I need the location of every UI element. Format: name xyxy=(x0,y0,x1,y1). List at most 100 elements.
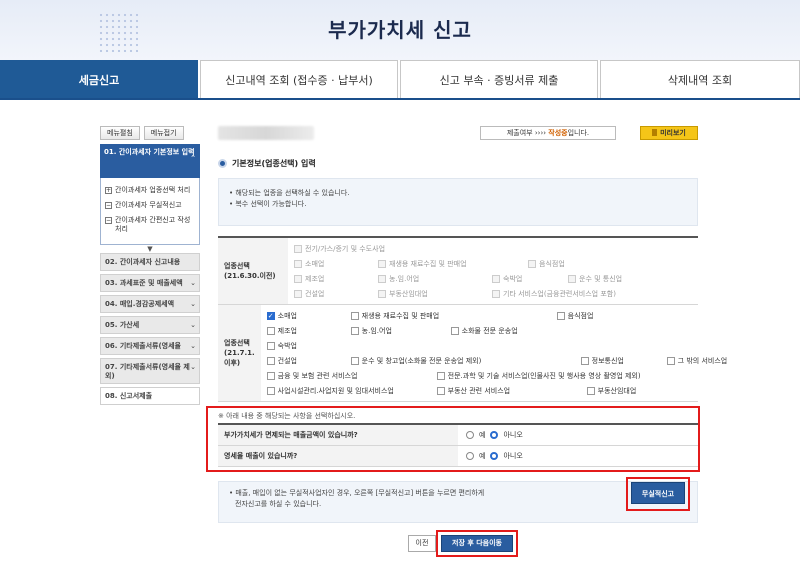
new-business-checkbox[interactable]: 숙박업 xyxy=(266,341,567,351)
sidebar-step-01[interactable]: 01. 간이과세자 기본정보 입력 ⌃ xyxy=(100,144,200,178)
nil-report-button[interactable]: 무실적신고 xyxy=(631,482,685,504)
status-suffix: 입니다. xyxy=(567,129,590,137)
radio-no[interactable] xyxy=(490,431,499,439)
checkbox-icon xyxy=(436,371,445,380)
old-business-checkbox[interactable]: 부동산임대업 xyxy=(378,289,492,299)
checkbox-icon xyxy=(350,356,359,365)
sidebar-step-02[interactable]: 02. 간이과세자 신고내용 xyxy=(100,253,200,271)
checkbox-label: 기타 서비스업(금융관련서비스업 포함) xyxy=(503,289,616,298)
tab-tax-report[interactable]: 세금신고 xyxy=(0,60,198,98)
sidebar-subitem-label: 간이과세자 무실적신고 xyxy=(115,201,182,209)
checkbox-icon xyxy=(266,356,275,365)
new-business-checkbox[interactable]: 농.임.어업 xyxy=(350,326,451,336)
sidebar-step-label: 02. 간이과세자 신고내용 xyxy=(105,258,181,266)
new-business-checkbox[interactable]: 운수 및 창고업(소화물 전문 운송업 제외) xyxy=(350,356,581,366)
old-business-row: 전기/가스/증기 및 수도사업 xyxy=(294,241,692,256)
old-business-checkbox[interactable]: 음식점업 xyxy=(528,259,648,269)
radio-no-label: 아니오 xyxy=(503,452,523,460)
section-title: 기본정보(업종선택) 입력 xyxy=(218,158,316,169)
old-business-head: 업종선택 (21.6.30.이전) xyxy=(218,238,288,304)
checkbox-label: 제조업 xyxy=(305,274,325,283)
old-business-checkbox[interactable]: 숙박업 xyxy=(492,274,568,284)
new-business-checkbox[interactable]: 부동산임대업 xyxy=(586,386,687,396)
new-business-checkbox[interactable]: 부동산 관련 서비스업 xyxy=(436,386,587,396)
sidebar-subitem-nil-report[interactable]: − 간이과세자 무실적신고 xyxy=(105,201,195,210)
new-business-checkbox[interactable]: 전문.과학 및 기술 서비스업(인물사진 및 행사용 영상 촬영업 제외) xyxy=(436,371,767,381)
new-business-row: 금융 및 보험 관련 서비스업 전문.과학 및 기술 서비스업(인물사진 및 행사… xyxy=(266,368,767,383)
radio-no-label: 아니오 xyxy=(503,431,523,439)
note-line: • 복수 선택이 가능합니다. xyxy=(229,200,307,208)
old-business-checkbox[interactable]: 운수 및 통신업 xyxy=(568,274,688,284)
sidebar-step-06[interactable]: 06. 기타제출서류(영세율 ⌄ xyxy=(100,337,200,355)
page-title: 부가가치세 신고 xyxy=(328,18,472,42)
new-business-checkbox[interactable]: 제조업 xyxy=(266,326,351,336)
tab-deleted-history[interactable]: 삭제내역 조회 xyxy=(600,60,800,98)
sidebar-step-label: 01. 간이과세자 기본정보 입력 xyxy=(104,148,195,156)
old-business-options: 전기/가스/증기 및 수도사업소매업 재생용 재료수집 및 판매업 음식점업제조업 농… xyxy=(288,238,698,304)
checkbox-label: 농.임.어업 xyxy=(389,274,420,283)
new-business-checkbox[interactable]: 음식점업 xyxy=(556,311,667,321)
new-business-checkbox[interactable]: 재생용 재료수집 및 판매업 xyxy=(350,311,557,321)
question-label: 부가가치세가 면제되는 매출금액이 있습니까? xyxy=(218,425,458,445)
radio-yes-label: 예 xyxy=(479,431,486,439)
collapse-all-button[interactable]: 메뉴접기 xyxy=(143,126,184,140)
checkbox-label: 운수 및 창고업(소화물 전문 운송업 제외) xyxy=(361,356,482,365)
caret-down-icon: ▼ xyxy=(147,245,153,253)
old-business-checkbox[interactable]: 전기/가스/증기 및 수도사업 xyxy=(294,244,594,254)
old-business-checkbox[interactable]: 소매업 xyxy=(294,259,378,269)
note-line: • 매출, 매입이 없는 무실적사업자인 경우, 오른쪽 [무실적신고] 버튼을… xyxy=(229,489,485,497)
document-icon xyxy=(652,129,658,136)
checkbox-label: 소매업 xyxy=(277,311,297,320)
save-next-button[interactable]: 저장 후 다음이동 xyxy=(441,535,513,552)
new-business-checkbox[interactable]: 사업시설관리.사업지원 및 임대서비스업 xyxy=(266,386,437,396)
old-business-checkbox[interactable]: 재생용 재료수집 및 판매업 xyxy=(378,259,528,269)
new-business-checkbox[interactable]: ✓ 소매업 xyxy=(266,311,351,321)
checkbox-label: 음식점업 xyxy=(567,311,594,320)
sidebar-step-label: 06. 기타제출서류(영세율 xyxy=(105,342,181,350)
sidebar-step-03[interactable]: 03. 과세표준 및 매출세액 ⌄ xyxy=(100,274,200,292)
checkbox-checked-icon: ✓ xyxy=(266,311,275,320)
new-business-checkbox[interactable]: 건설업 xyxy=(266,356,351,366)
question-label: 영세율 매출이 있습니까? xyxy=(218,446,458,466)
preview-button[interactable]: 미리보기 xyxy=(640,126,698,140)
checkbox-label: 사업시설관리.사업지원 및 임대서비스업 xyxy=(277,386,394,395)
sidebar-sublist: + 간이과세자 업종선택 처리 − 간이과세자 무실적신고 − 간이과세자 간편… xyxy=(100,178,200,245)
new-business-row: 건설업 운수 및 창고업(소화물 전문 운송업 제외) 정보통신업 그 밖의 서비스업 xyxy=(266,353,767,368)
old-business-checkbox[interactable]: 기타 서비스업(금융관련서비스업 포함) xyxy=(492,289,692,299)
checkbox-icon xyxy=(350,311,359,320)
old-business-checkbox[interactable]: 농.임.어업 xyxy=(378,274,492,284)
sidebar-subitem-business-select[interactable]: + 간이과세자 업종선택 처리 xyxy=(105,186,195,195)
old-business-checkbox[interactable]: 건설업 xyxy=(294,289,378,299)
checkbox-label: 건설업 xyxy=(277,356,297,365)
prev-button[interactable]: 이전 xyxy=(408,535,436,552)
checkbox-icon xyxy=(436,386,445,395)
sidebar-subitem-simple-report[interactable]: − 간이과세자 간편신고 작성 처리 xyxy=(105,216,195,234)
radio-no[interactable] xyxy=(490,452,499,460)
old-business-checkbox[interactable]: 제조업 xyxy=(294,274,378,284)
tab-report-history[interactable]: 신고내역 조회 (접수증 · 납부서) xyxy=(200,60,398,98)
checkbox-icon xyxy=(266,341,275,350)
new-business-checkbox[interactable]: 소화물 전문 운송업 xyxy=(450,326,667,336)
checkbox-icon xyxy=(378,259,386,268)
sidebar-step-04[interactable]: 04. 매입.경감공제세액 ⌄ xyxy=(100,295,200,313)
sidebar-step-07[interactable]: 07. 기타제출서류(영세율 제외) ⌄ xyxy=(100,358,200,384)
questions-section: ※ 아래 내용 중 해당되는 사항을 선택하십시오. 부가가치세가 면제되는 매… xyxy=(218,409,698,467)
new-business-checkbox[interactable]: 금융 및 보험 관련 서비스업 xyxy=(266,371,437,381)
note-line: 전자신고를 하실 수 있습니다. xyxy=(235,500,322,508)
chevron-down-icon: ⌄ xyxy=(190,300,196,308)
checkbox-label: 소매업 xyxy=(305,259,325,268)
note-line: • 해당되는 업종을 선택하실 수 있습니다. xyxy=(229,189,350,197)
new-business-checkbox[interactable]: 정보통신업 xyxy=(580,356,667,366)
bullet-icon xyxy=(218,159,227,168)
question-options: 예 아니오 xyxy=(458,425,698,445)
checkbox-label: 부동산 관련 서비스업 xyxy=(447,386,511,395)
radio-yes[interactable] xyxy=(466,452,474,460)
sidebar-step-05[interactable]: 05. 가산세 ⌄ xyxy=(100,316,200,334)
new-business-checkbox[interactable]: 그 밖의 서비스업 xyxy=(666,356,757,366)
new-business-row: ✓ 소매업 재생용 재료수집 및 판매업 음식점업 xyxy=(266,308,767,323)
tab-attachment-submit[interactable]: 신고 부속 · 증빙서류 제출 xyxy=(400,60,598,98)
expand-all-button[interactable]: 메뉴펼침 xyxy=(100,126,140,140)
sidebar-step-08[interactable]: 08. 신고서제출 xyxy=(100,387,200,405)
sidebar-step-label: 03. 과세표준 및 매출세액 xyxy=(105,279,183,287)
radio-yes[interactable] xyxy=(466,431,474,439)
